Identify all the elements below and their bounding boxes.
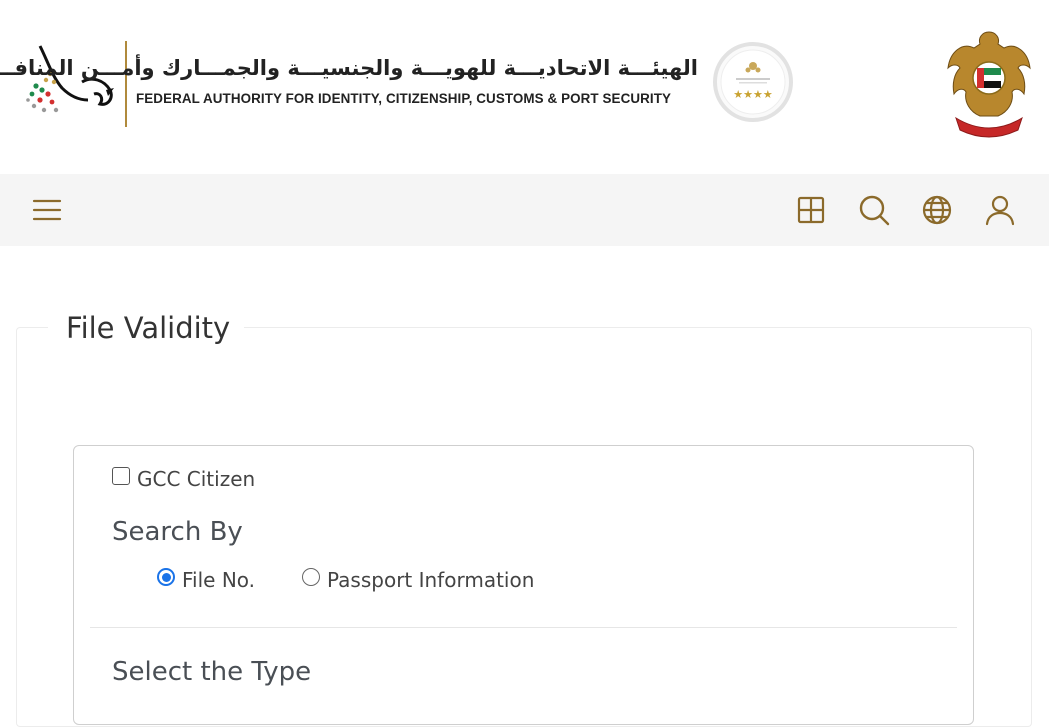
gcc-citizen-checkbox[interactable] [112, 467, 130, 485]
uae-emblem-icon [944, 28, 1034, 138]
org-name-arabic: الهيئـــة الاتحاديـــة للهويـــة والجنسي… [0, 56, 698, 80]
falcon-logo-icon[interactable] [22, 38, 118, 122]
award-stars: ★★★★ [733, 88, 773, 101]
radio-passport-row[interactable]: Passport Information [302, 568, 534, 592]
select-type-label: Select the Type [112, 657, 312, 687]
radio-passport-label[interactable]: Passport Information [327, 568, 534, 592]
globe-icon[interactable] [919, 192, 955, 228]
page-title: File Validity [48, 311, 245, 345]
user-icon[interactable] [982, 192, 1018, 228]
award-badge-icon: ★★★★ [712, 40, 794, 124]
site-header: الهيئـــة الاتحاديـــة للهويـــة والجنسي… [0, 0, 1049, 174]
search-icon[interactable] [856, 192, 892, 228]
form-divider [90, 627, 957, 628]
radio-file-no[interactable] [157, 568, 175, 586]
main-navbar [0, 174, 1049, 246]
search-by-label: Search By [112, 517, 243, 547]
radio-file-no-label[interactable]: File No. [182, 568, 255, 592]
org-name-english: FEDERAL AUTHORITY FOR IDENTITY, CITIZENS… [136, 91, 672, 106]
menu-icon[interactable] [29, 192, 65, 228]
gcc-citizen-row[interactable]: GCC Citizen [112, 467, 255, 491]
gcc-citizen-label[interactable]: GCC Citizen [137, 467, 255, 491]
logo-divider [125, 41, 127, 127]
radio-passport-info[interactable] [302, 568, 320, 586]
apps-grid-icon[interactable] [793, 192, 829, 228]
radio-file-no-row[interactable]: File No. [157, 568, 255, 592]
